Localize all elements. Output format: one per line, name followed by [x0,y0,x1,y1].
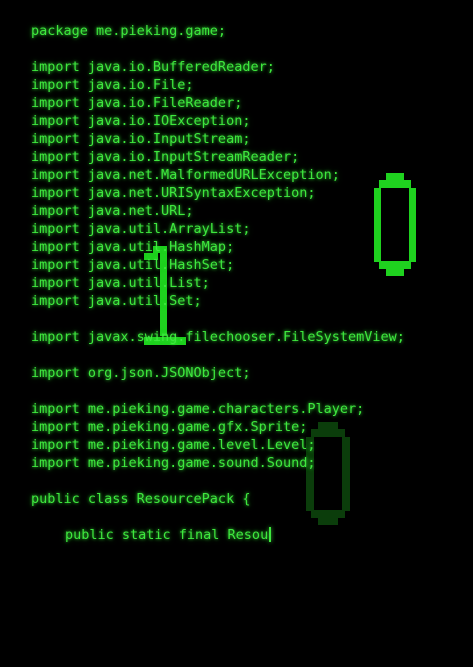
code-line[interactable]: import java.util.HashSet; [31,256,405,274]
blank-line[interactable] [31,382,405,400]
code-line[interactable]: import java.io.File; [31,76,405,94]
code-line[interactable]: import java.io.InputStreamReader; [31,148,405,166]
code-line[interactable]: public static final Resou [31,526,405,544]
code-line-text: import java.io.InputStream; [31,131,251,147]
blank-line[interactable] [31,508,405,526]
code-line-text: public static final Resou [65,527,269,543]
code-line-text: import java.io.File; [31,77,194,93]
code-line[interactable]: import me.pieking.game.gfx.Sprite; [31,418,405,436]
blank-line[interactable] [31,472,405,490]
code-line[interactable]: import me.pieking.game.characters.Player… [31,400,405,418]
code-line[interactable]: import javax.swing.filechooser.FileSyste… [31,328,405,346]
code-line-text: import me.pieking.game.characters.Player… [31,401,365,417]
code-line[interactable]: import java.io.BufferedReader; [31,58,405,76]
code-line-text: import java.io.BufferedReader; [31,59,275,75]
code-line-text: import java.net.URISyntaxException; [31,185,316,201]
code-line[interactable]: import java.io.IOException; [31,112,405,130]
code-line-text: import java.util.HashSet; [31,257,235,273]
code-line-text: import javax.swing.filechooser.FileSyste… [31,329,405,345]
code-line-text: import java.util.List; [31,275,210,291]
code-line[interactable]: package me.pieking.game; [31,22,405,40]
code-line[interactable]: import java.util.HashMap; [31,238,405,256]
code-editor[interactable]: package me.pieking.game; import java.io.B… [31,22,405,544]
text-cursor [269,527,272,542]
code-line-text: import java.net.MalformedURLException; [31,167,340,183]
code-line[interactable]: import me.pieking.game.level.Level; [31,436,405,454]
code-line-text: import java.io.IOException; [31,113,251,129]
code-line-text: import java.util.ArrayList; [31,221,251,237]
code-line[interactable]: public class ResourcePack { [31,490,405,508]
code-line[interactable]: import java.util.Set; [31,292,405,310]
code-line[interactable]: import java.util.List; [31,274,405,292]
code-line-text: import java.util.Set; [31,293,202,309]
code-line-text: import java.io.InputStreamReader; [31,149,300,165]
code-line[interactable]: import java.net.URL; [31,202,405,220]
code-line-text: import me.pieking.game.gfx.Sprite; [31,419,308,435]
code-line[interactable]: import java.net.MalformedURLException; [31,166,405,184]
blank-line[interactable] [31,310,405,328]
code-line-text: import java.net.URL; [31,203,194,219]
code-line[interactable]: import me.pieking.game.sound.Sound; [31,454,405,472]
code-line[interactable]: import java.util.ArrayList; [31,220,405,238]
code-line-text: import me.pieking.game.sound.Sound; [31,455,316,471]
code-line-text: import java.io.FileReader; [31,95,243,111]
code-line[interactable]: import org.json.JSONObject; [31,364,405,382]
code-line-text: import org.json.JSONObject; [31,365,251,381]
code-line[interactable]: import java.net.URISyntaxException; [31,184,405,202]
blank-line[interactable] [31,346,405,364]
code-line[interactable]: import java.io.FileReader; [31,94,405,112]
code-line[interactable]: import java.io.InputStream; [31,130,405,148]
blank-line[interactable] [31,40,405,58]
code-line-text: import java.util.HashMap; [31,239,235,255]
code-line-text: import me.pieking.game.level.Level; [31,437,316,453]
code-line-text: public class ResourcePack { [31,491,251,507]
code-line-text: package me.pieking.game; [31,23,227,39]
